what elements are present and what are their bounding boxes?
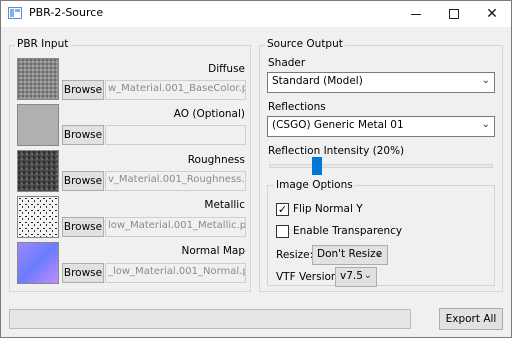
browse-roughness-button[interactable]: Browse (62, 171, 104, 191)
browse-diffuse-button[interactable]: Browse (62, 80, 104, 100)
maximize-icon (449, 9, 459, 19)
ao-thumbnail (17, 104, 59, 146)
normal-map-thumbnail (17, 242, 59, 284)
metallic-path-field[interactable]: low_Material.001_Metallic.png (105, 217, 246, 237)
shader-value: Standard (Model) (272, 75, 363, 87)
roughness-label: Roughness (187, 154, 245, 166)
metallic-thumbnail (17, 196, 59, 238)
chevron-down-icon: ⌄ (374, 248, 383, 259)
resize-label: Resize: (276, 249, 314, 261)
chevron-down-icon: ⌄ (481, 119, 490, 130)
ao-label: AO (Optional) (173, 108, 245, 120)
maximize-button[interactable] (435, 1, 473, 27)
shader-select[interactable]: Standard (Model) ⌄ (267, 72, 495, 93)
main-window: PBR-2-Source ✕ PBR Input Diffuse Browse … (0, 0, 512, 338)
flip-normal-y-checkbox[interactable]: ✓ (276, 203, 289, 216)
reflection-intensity-track[interactable] (269, 164, 493, 168)
diffuse-thumbnail (17, 58, 59, 100)
enable-transparency-checkbox[interactable] (276, 225, 289, 238)
reflection-intensity-thumb[interactable] (311, 157, 322, 175)
normal-map-label: Normal Map (181, 245, 246, 257)
metallic-label: Metallic (204, 199, 245, 211)
diffuse-path-field[interactable]: w_Material.001_BaseColor.png (105, 80, 246, 100)
enable-transparency-label: Enable Transparency (293, 225, 403, 237)
roughness-preview (18, 151, 58, 191)
image-options-title: Image Options (274, 179, 355, 191)
close-icon: ✕ (486, 6, 498, 22)
app-window-icon (8, 7, 22, 19)
reflections-label: Reflections (268, 101, 326, 113)
resize-select[interactable]: Don't Resize ⌄ (312, 245, 388, 265)
vtf-version-label: VTF Version: (276, 271, 342, 283)
metallic-preview (18, 197, 58, 237)
minimize-button[interactable] (397, 1, 435, 27)
export-all-button[interactable]: Export All (439, 308, 503, 330)
window-title: PBR-2-Source (29, 6, 104, 19)
diffuse-label: Diffuse (208, 63, 245, 75)
pbr-input-title: PBR Input (15, 38, 71, 50)
reflections-select[interactable]: (CSGO) Generic Metal 01 ⌄ (267, 116, 495, 137)
chevron-down-icon: ⌄ (363, 270, 372, 281)
close-button[interactable]: ✕ (473, 1, 511, 27)
ao-path-field[interactable] (105, 125, 246, 145)
export-progress-bar (9, 309, 411, 329)
normal-map-path-field[interactable]: _low_Material.001_Normal.png (105, 263, 246, 283)
reflection-intensity-label: Reflection Intensity (20%) (268, 145, 405, 157)
vtf-version-value: v7.5 (340, 270, 363, 282)
roughness-thumbnail (17, 150, 59, 192)
browse-metallic-button[interactable]: Browse (62, 217, 104, 237)
resize-value: Don't Resize (317, 248, 383, 260)
shader-label: Shader (268, 57, 306, 69)
source-output-title: Source Output (265, 38, 345, 50)
minimize-icon (411, 13, 421, 15)
flip-normal-y-label: Flip Normal Y (293, 203, 363, 215)
reflections-value: (CSGO) Generic Metal 01 (272, 119, 404, 131)
roughness-path-field[interactable]: v_Material.001_Roughness.png (105, 171, 246, 191)
vtf-version-select[interactable]: v7.5 ⌄ (335, 267, 377, 287)
browse-normal-map-button[interactable]: Browse (62, 263, 104, 283)
chevron-down-icon: ⌄ (481, 75, 490, 86)
browse-ao-button[interactable]: Browse (62, 125, 104, 145)
diffuse-preview (18, 59, 58, 99)
title-bar[interactable]: PBR-2-Source ✕ (1, 1, 511, 27)
